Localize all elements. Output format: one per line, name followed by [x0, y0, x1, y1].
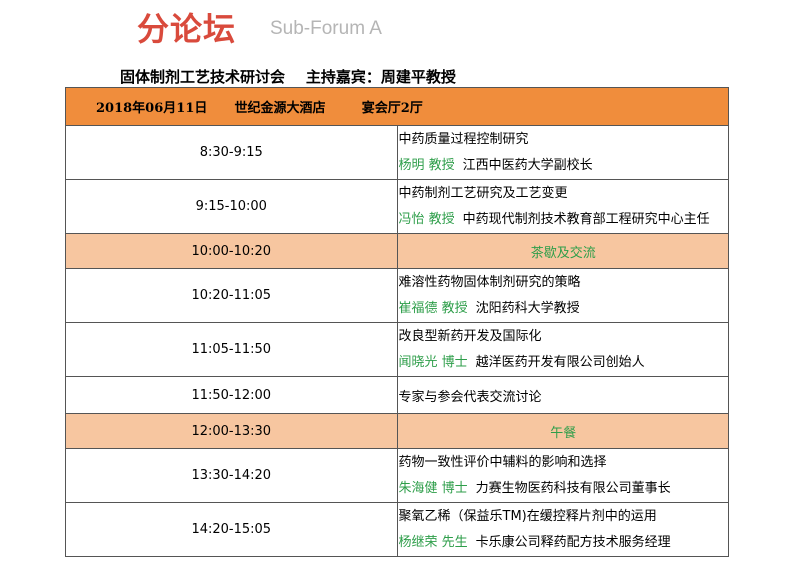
schedule-row: 9:15-10:00 中药制剂工艺研究及工艺变更 冯怡 教授 中药现代制剂技术教育部工… [65, 179, 729, 234]
schedule-row: 11:05-11:50 改良型新药开发及国际化 闻晓光 博士 越洋医药开发有限公司创始… [65, 322, 729, 377]
speaker-name: 杨继荣 先生 [398, 534, 468, 550]
session-subtitle: 固体制剂工艺技术研讨会 主持嘉宾：周建平教授 [120, 68, 456, 86]
talk-topic: 中药制剂工艺研究及工艺变更 [398, 185, 568, 201]
talk-cell: 中药制剂工艺研究及工艺变更 冯怡 教授 中药现代制剂技术教育部工程研究中心主任 [396, 179, 729, 234]
time-cell: 13:30-14:20 [65, 448, 398, 503]
forum-title: 分论坛 [137, 10, 237, 48]
schedule-row: 8:30-9:15 中药质量过程控制研究 杨明 教授 江西中医药大学副校长 [65, 125, 729, 180]
schedule-header-row: 2018年06月11日 世纪金源大酒店 宴会厅2厅 [65, 87, 729, 126]
talk-cell: 难溶性药物固体制剂研究的策略 崔福德 教授 沈阳药科大学教授 [396, 268, 729, 323]
schedule-row: 11:50-12:00 专家与参会代表交流讨论 [65, 376, 729, 414]
speaker-line: 朱海健 博士 力赛生物医药科技有限公司董事长 [399, 476, 729, 502]
session-hall: 宴会厅2厅 [361, 101, 423, 116]
schedule-row: 10:00-10:20 茶歇及交流 [65, 233, 729, 269]
speaker-line: 崔福德 教授 沈阳药科大学教授 [399, 296, 729, 322]
discussion-cell: 专家与参会代表交流讨论 [396, 376, 729, 414]
forum-title-en: Sub-Forum A [270, 18, 382, 39]
speaker-affiliation: 沈阳药科大学教授 [475, 300, 580, 316]
talk-cell: 聚氧乙稀（保益乐TM)在缓控释片剂中的运用 杨继荣 先生 卡乐康公司释药配方技术服务… [396, 502, 729, 557]
speaker-name: 朱海健 博士 [398, 480, 468, 496]
talk-topic: 改良型新药开发及国际化 [398, 328, 542, 344]
schedule-row: 14:20-15:05 聚氧乙稀（保益乐TM)在缓控释片剂中的运用 杨继荣 先生 卡乐… [65, 502, 729, 557]
talk-cell: 药物一致性评价中辅料的影响和选择 朱海健 博士 力赛生物医药科技有限公司董事长 [396, 448, 729, 503]
time-cell: 14:20-15:05 [65, 502, 398, 557]
time-cell: 12:00-13:30 [65, 413, 398, 449]
speaker-name: 崔福德 教授 [398, 300, 468, 316]
speaker-line: 杨继荣 先生 卡乐康公司释药配方技术服务经理 [399, 530, 729, 556]
time-cell: 10:00-10:20 [65, 233, 398, 269]
schedule-table: 2018年06月11日 世纪金源大酒店 宴会厅2厅 8:30-9:15 中药质量过… [65, 87, 729, 557]
talk-topic: 药物一致性评价中辅料的影响和选择 [398, 454, 607, 470]
speaker-affiliation: 江西中医药大学副校长 [462, 157, 593, 173]
page-header: 分论坛 Sub-Forum A [0, 0, 795, 60]
schedule-row: 13:30-14:20 药物一致性评价中辅料的影响和选择 朱海健 博士 力赛生物医药科… [65, 448, 729, 503]
time-cell: 11:05-11:50 [65, 322, 398, 377]
talk-topic: 聚氧乙稀（保益乐TM)在缓控释片剂中的运用 [398, 508, 657, 524]
talk-topic: 中药质量过程控制研究 [398, 131, 529, 147]
speaker-name: 闻晓光 博士 [398, 354, 468, 370]
speaker-affiliation: 卡乐康公司释药配方技术服务经理 [475, 534, 671, 550]
schedule-row: 12:00-13:30 午餐 [65, 413, 729, 449]
talk-cell: 中药质量过程控制研究 杨明 教授 江西中医药大学副校长 [396, 125, 729, 180]
session-venue: 世纪金源大酒店 [234, 101, 326, 116]
talk-topic: 难溶性药物固体制剂研究的策略 [398, 274, 581, 290]
speaker-affiliation: 力赛生物医药科技有限公司董事长 [475, 480, 671, 496]
schedule-header-cell: 2018年06月11日 世纪金源大酒店 宴会厅2厅 [65, 87, 729, 126]
speaker-name: 杨明 教授 [398, 157, 455, 173]
speaker-affiliation: 中药现代制剂技术教育部工程研究中心主任 [462, 211, 710, 227]
speaker-line: 杨明 教授 江西中医药大学副校长 [399, 153, 729, 179]
session-date: 2018年06月11日 [96, 101, 208, 116]
speaker-affiliation: 越洋医药开发有限公司创始人 [475, 354, 645, 370]
break-cell: 茶歇及交流 [396, 233, 729, 269]
speaker-line: 闻晓光 博士 越洋医药开发有限公司创始人 [399, 350, 729, 376]
time-cell: 10:20-11:05 [65, 268, 398, 323]
talk-cell: 改良型新药开发及国际化 闻晓光 博士 越洋医药开发有限公司创始人 [396, 322, 729, 377]
schedule-row: 10:20-11:05 难溶性药物固体制剂研究的策略 崔福德 教授 沈阳药科大学教授 [65, 268, 729, 323]
time-cell: 8:30-9:15 [65, 125, 398, 180]
time-cell: 11:50-12:00 [65, 376, 398, 414]
break-cell: 午餐 [396, 413, 729, 449]
time-cell: 9:15-10:00 [65, 179, 398, 234]
speaker-line: 冯怡 教授 中药现代制剂技术教育部工程研究中心主任 [399, 207, 729, 233]
speaker-name: 冯怡 教授 [398, 211, 455, 227]
